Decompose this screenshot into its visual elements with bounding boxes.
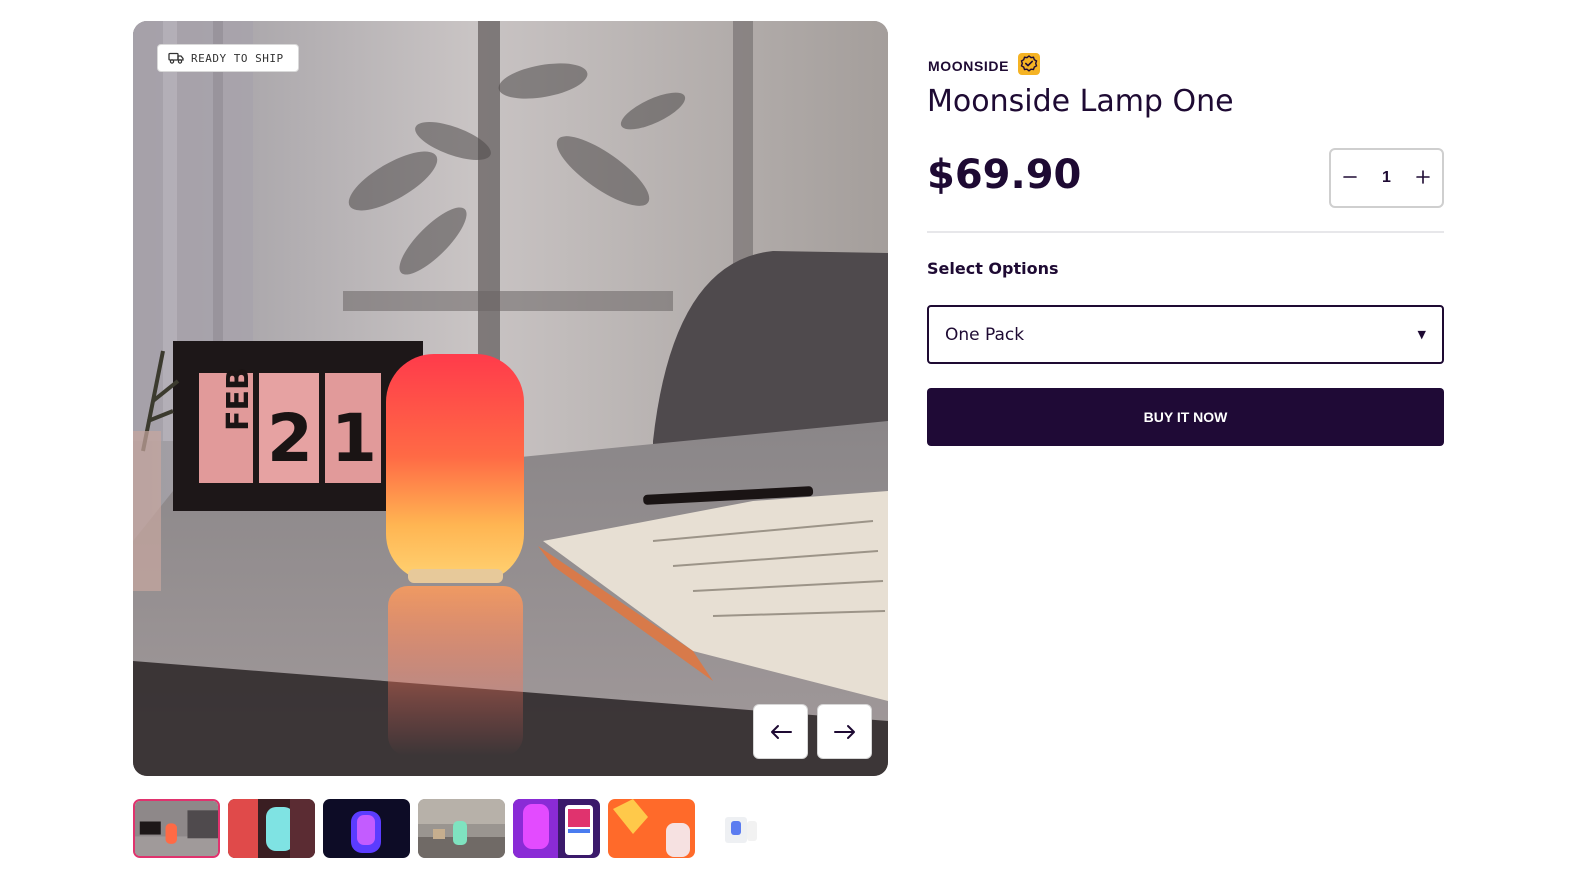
option-select[interactable]: One Pack ▼ bbox=[927, 305, 1444, 364]
ready-to-ship-badge: READY TO SHIP bbox=[157, 44, 299, 72]
product-title: Moonside Lamp One bbox=[927, 84, 1234, 119]
quantity-input[interactable]: 1 bbox=[1372, 169, 1402, 187]
thumbnail-3[interactable] bbox=[323, 799, 410, 858]
increase-quantity-button[interactable] bbox=[1414, 169, 1432, 187]
thumbnail-5[interactable] bbox=[513, 799, 600, 858]
next-image-button[interactable] bbox=[817, 704, 872, 759]
thumbnail-1[interactable] bbox=[133, 799, 220, 858]
option-select-value: One Pack bbox=[945, 324, 1025, 345]
svg-text:2: 2 bbox=[267, 400, 313, 477]
truck-icon bbox=[168, 52, 184, 64]
thumbnail-2[interactable] bbox=[228, 799, 315, 858]
caret-down-icon: ▼ bbox=[1417, 328, 1426, 341]
svg-text:FEB: FEB bbox=[221, 367, 256, 431]
decrease-quantity-button[interactable] bbox=[1341, 169, 1359, 187]
divider bbox=[927, 231, 1444, 233]
previous-image-button[interactable] bbox=[753, 704, 808, 759]
product-price: $69.90 bbox=[927, 152, 1082, 198]
lamp-scene-illustration: FEB 2 1 bbox=[133, 21, 888, 776]
buy-it-now-button[interactable]: BUY IT NOW bbox=[927, 388, 1444, 446]
svg-text:1: 1 bbox=[331, 400, 377, 477]
minus-icon bbox=[1343, 169, 1357, 188]
main-product-image: FEB 2 1 READY TO SHIP bbox=[133, 21, 888, 776]
verified-badge-icon bbox=[1017, 52, 1041, 80]
arrow-right-icon bbox=[833, 724, 856, 740]
thumbnail-strip bbox=[133, 799, 790, 858]
thumbnail-4[interactable] bbox=[418, 799, 505, 858]
thumbnail-6[interactable] bbox=[608, 799, 695, 858]
plus-icon bbox=[1416, 169, 1430, 188]
brand-row: MOONSIDE bbox=[928, 52, 1041, 80]
brand-name[interactable]: MOONSIDE bbox=[928, 58, 1009, 74]
arrow-left-icon bbox=[770, 724, 792, 740]
thumbnail-7[interactable] bbox=[703, 799, 790, 858]
quantity-stepper: 1 bbox=[1329, 148, 1444, 208]
select-options-label: Select Options bbox=[927, 259, 1059, 278]
ready-to-ship-label: READY TO SHIP bbox=[191, 51, 284, 65]
